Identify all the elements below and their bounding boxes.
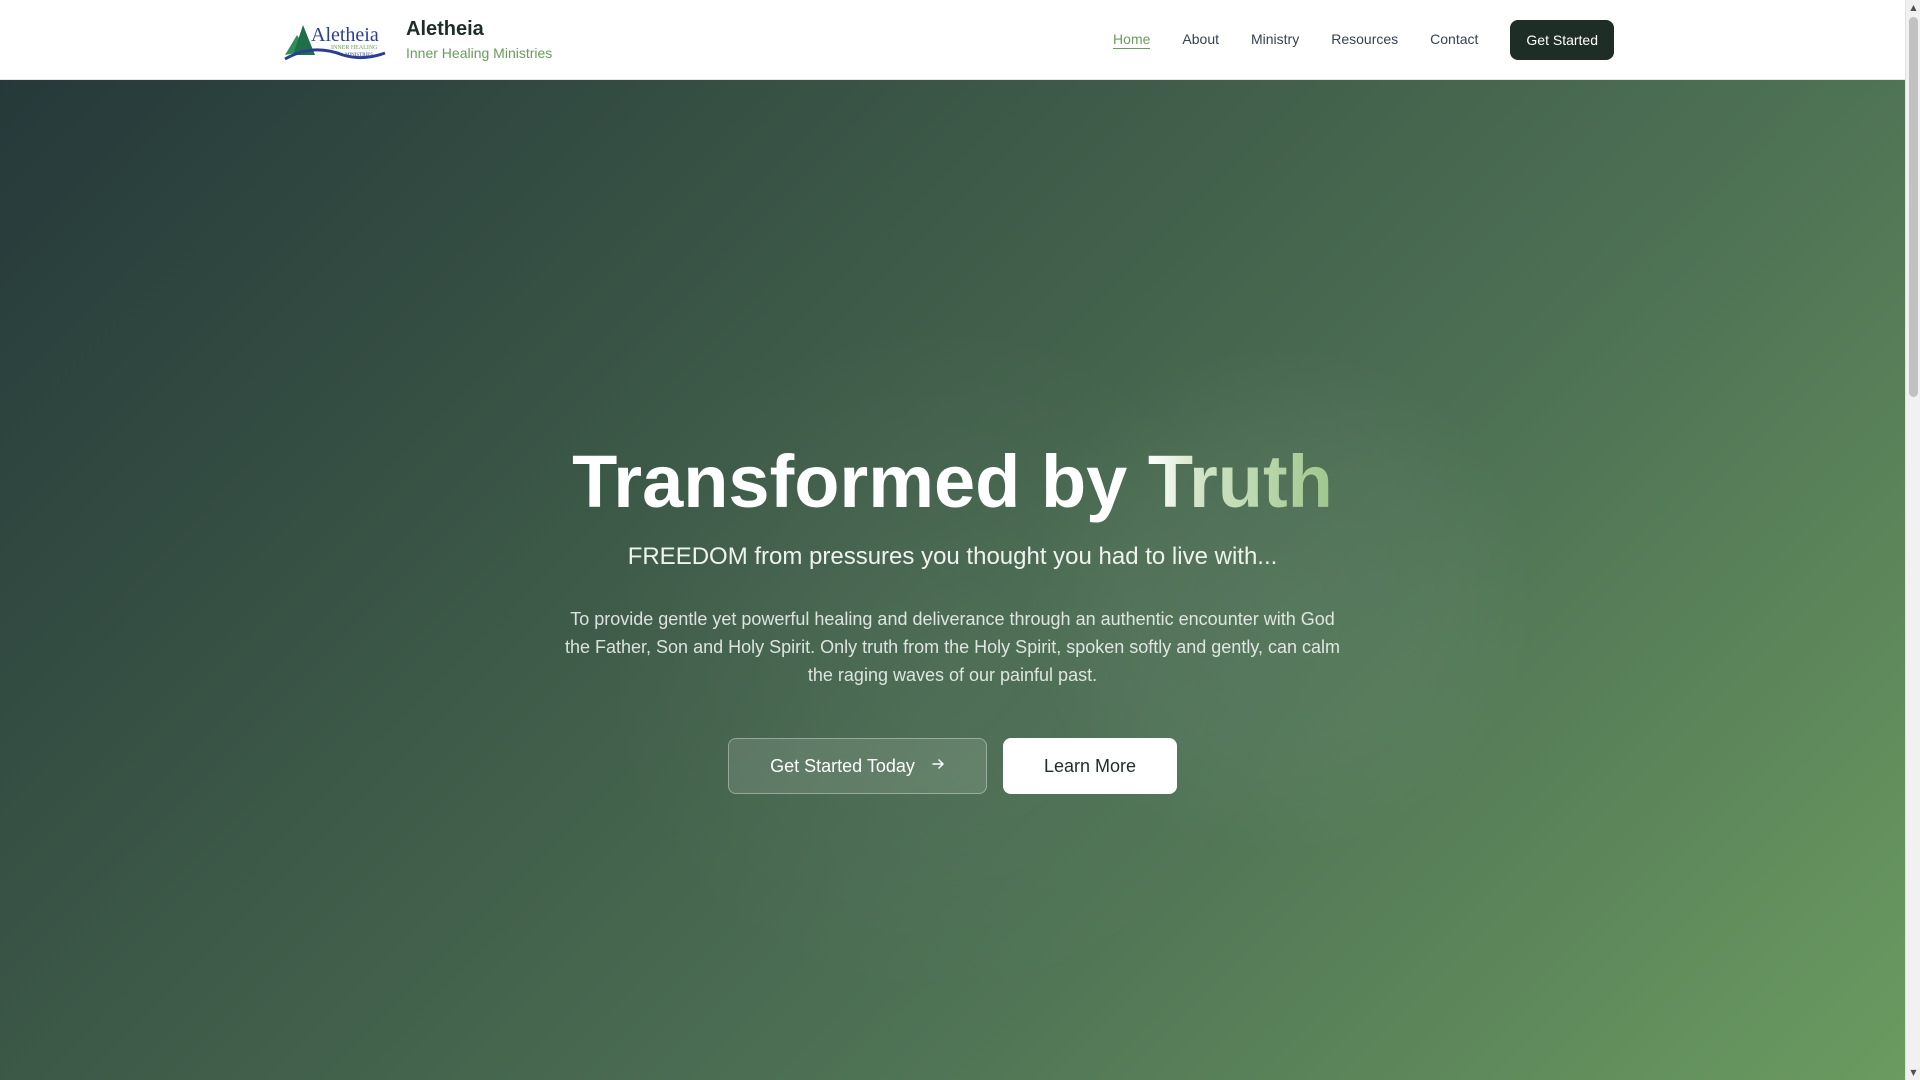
hero-title-accent: Truth (1147, 440, 1333, 523)
get-started-button[interactable]: Get Started (1510, 20, 1614, 60)
brand-text: Aletheia Inner Healing Ministries (406, 17, 552, 63)
logo-subtext-1: INNER HEALING (331, 45, 378, 51)
brand[interactable]: Aletheia INNER HEALING MINISTRIES Alethe… (283, 14, 552, 66)
hero-title: Transformed by Truth (0, 440, 1905, 524)
nav-link-resources[interactable]: Resources (1331, 31, 1398, 49)
hero-title-plain: Transformed by (572, 440, 1148, 523)
logo-wordmark: Aletheia (311, 24, 379, 46)
page: Aletheia INNER HEALING MINISTRIES Alethe… (0, 0, 1920, 1080)
scroll-down-icon[interactable]: ▼ (1906, 1065, 1920, 1080)
hero-section: Transformed by Truth FREEDOM from pressu… (0, 80, 1905, 1080)
get-started-today-button[interactable]: Get Started Today (728, 738, 987, 794)
learn-more-button[interactable]: Learn More (1003, 738, 1177, 794)
scrollbar[interactable]: ▲ ▼ (1905, 0, 1920, 1080)
get-started-today-label: Get Started Today (770, 755, 915, 776)
scroll-up-icon[interactable]: ▲ (1906, 0, 1920, 15)
nav-link-ministry[interactable]: Ministry (1251, 31, 1299, 49)
logo-subtext-2: MINISTRIES (345, 53, 373, 58)
hero-body: To provide gentle yet powerful healing a… (564, 609, 1341, 685)
logo[interactable]: Aletheia INNER HEALING MINISTRIES (283, 15, 386, 65)
main-nav: Home About Ministry Resources Contact Ge… (1113, 20, 1614, 60)
hero-subtitle: FREEDOM from pressures you thought you h… (627, 543, 1278, 570)
scroll-thumb[interactable] (1909, 17, 1918, 397)
arrow-right-icon (931, 757, 945, 775)
brand-tagline: Inner Healing Ministries (406, 45, 553, 61)
brand-name: Aletheia (406, 18, 484, 40)
site-header: Aletheia INNER HEALING MINISTRIES Alethe… (0, 0, 1905, 80)
nav-link-contact[interactable]: Contact (1430, 31, 1478, 49)
hero-actions: Get Started Today Learn More (0, 738, 1905, 794)
nav-link-home[interactable]: Home (1113, 31, 1151, 49)
logo-mark-icon: Aletheia INNER HEALING MINISTRIES (284, 24, 386, 61)
nav-link-about[interactable]: About (1182, 31, 1219, 49)
